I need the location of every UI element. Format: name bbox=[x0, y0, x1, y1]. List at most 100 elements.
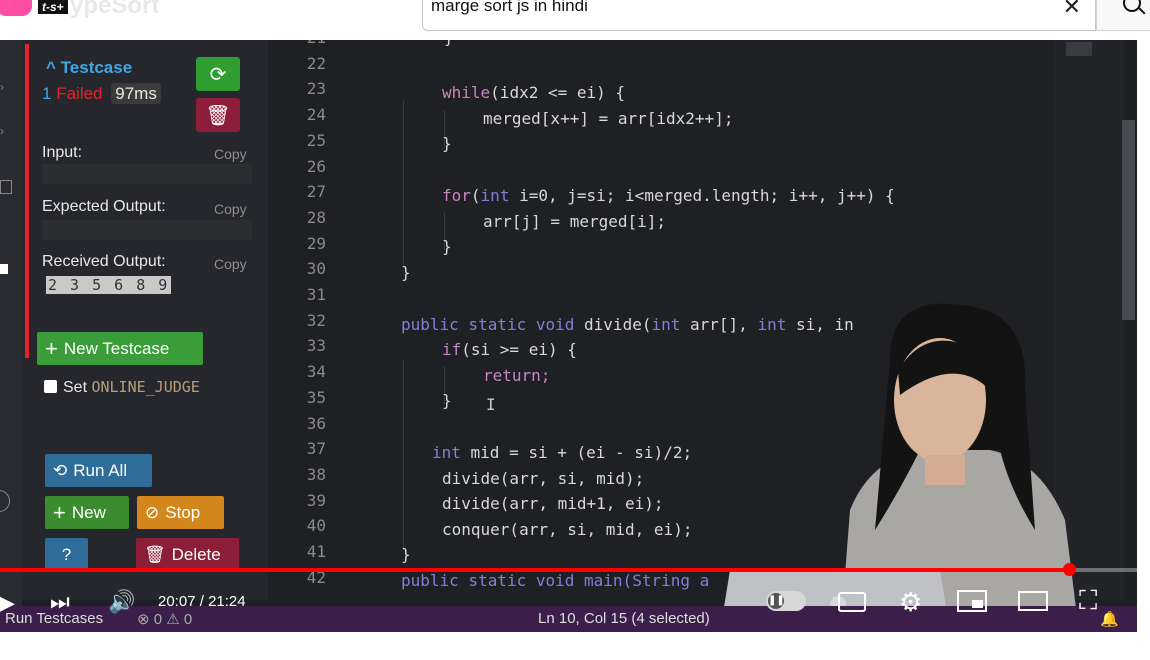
channel-logo[interactable]: t-s+ ypeSort bbox=[0, 0, 170, 20]
line-number: 33 bbox=[306, 336, 326, 356]
activity-bar: › › bbox=[0, 40, 22, 632]
warning-icon: ⚠ bbox=[166, 611, 180, 628]
clear-search-icon[interactable]: ✕ bbox=[1063, 0, 1081, 20]
logo-tag: t-s+ bbox=[38, 0, 68, 14]
logo-brand: ypeSort bbox=[70, 0, 160, 19]
code-line: divide(arr, mid+1, ei); bbox=[442, 494, 664, 513]
text-cursor-icon: I bbox=[486, 395, 496, 414]
miniplayer-icon[interactable] bbox=[957, 590, 987, 612]
received-output-label: Received Output: bbox=[42, 253, 166, 270]
indent-guide bbox=[403, 360, 404, 550]
code-line: if(si >= ei) { bbox=[442, 340, 577, 359]
line-number: 30 bbox=[306, 259, 326, 279]
video-player[interactable]: › › ^ Testcase 1 Failed 97ms ⟳ 🗑 Input: … bbox=[0, 40, 1137, 632]
code-line: } bbox=[401, 545, 411, 564]
progress-scrubber[interactable] bbox=[1063, 563, 1076, 576]
new-testcase-label: New Testcase bbox=[63, 338, 170, 358]
delete-button[interactable]: 🗑 Delete bbox=[136, 538, 239, 571]
received-output-value: 2 3 5 6 8 9 bbox=[46, 276, 172, 294]
theater-mode-icon[interactable] bbox=[1018, 591, 1048, 611]
error-icon: ⊗ bbox=[137, 611, 150, 628]
line-number: 24 bbox=[306, 105, 326, 125]
testcase-title: Testcase bbox=[60, 58, 133, 77]
testcase-status: 1 Failed 97ms bbox=[42, 83, 161, 104]
code-line: divide(arr, si, mid); bbox=[442, 469, 645, 488]
stop-label: Stop bbox=[165, 502, 201, 522]
code-text: mid = si + (ei - si)/2; bbox=[460, 443, 693, 462]
keyword: int bbox=[432, 443, 461, 462]
set-label: Set bbox=[63, 379, 88, 396]
keyword: int bbox=[651, 315, 681, 334]
search-button[interactable] bbox=[1096, 0, 1150, 31]
code-text: (si >= ei) { bbox=[461, 340, 577, 359]
online-judge-toggle[interactable]: Set ONLINE_JUDGE bbox=[44, 378, 200, 397]
stop-icon: ⊘ bbox=[145, 502, 160, 522]
progress-played bbox=[0, 568, 1069, 572]
testcase-header[interactable]: ^ Testcase bbox=[46, 58, 132, 78]
code-line: public static void main(String a bbox=[401, 571, 710, 590]
time-display: 20:07 / 21:24 bbox=[158, 593, 246, 610]
delete-testcase-button[interactable]: 🗑 bbox=[196, 98, 240, 132]
failed-label: Failed bbox=[56, 84, 103, 103]
run-all-button[interactable]: ⟲ Run All bbox=[45, 454, 152, 487]
refresh-icon: ⟲ bbox=[53, 460, 68, 480]
help-button[interactable]: ? bbox=[45, 538, 88, 571]
code-text: arr[], bbox=[680, 315, 758, 334]
copy-received-button[interactable]: Copy bbox=[214, 256, 247, 272]
plus-icon: + bbox=[53, 499, 66, 525]
stop-button[interactable]: ⊘ Stop bbox=[137, 496, 224, 529]
line-number: 32 bbox=[306, 310, 326, 330]
runtime-badge: 97ms bbox=[111, 83, 161, 104]
rerun-button[interactable]: ⟳ bbox=[196, 57, 240, 91]
line-number: 27 bbox=[306, 182, 326, 202]
code-text: i=0, j=si; i<merged.length; i++, j++) { bbox=[509, 186, 895, 205]
code-line: merged[x++] = arr[idx2++]; bbox=[483, 109, 734, 128]
copy-expected-button[interactable]: Copy bbox=[214, 201, 247, 217]
line-number: 40 bbox=[306, 516, 326, 536]
input-field[interactable] bbox=[42, 164, 252, 184]
settings-gear-icon[interactable]: ⚙ bbox=[899, 587, 922, 618]
online-judge-label: ONLINE_JUDGE bbox=[91, 378, 200, 396]
search-query: marge sort js in hindi bbox=[431, 0, 588, 15]
new-button[interactable]: + New bbox=[45, 496, 129, 529]
line-number: 37 bbox=[306, 439, 326, 459]
checkbox[interactable] bbox=[44, 380, 57, 393]
document-icon bbox=[0, 180, 12, 194]
volume-icon[interactable]: 🔊 bbox=[108, 589, 135, 615]
current-time: 20:07 bbox=[158, 593, 196, 610]
new-label: New bbox=[71, 502, 106, 522]
code-line: arr[j] = merged[i]; bbox=[483, 212, 667, 231]
line-number: 22 bbox=[306, 53, 326, 73]
autoplay-toggle[interactable]: ❚❚ bbox=[766, 591, 806, 611]
fullscreen-icon[interactable]: ⛶ bbox=[1079, 585, 1097, 617]
code-line: } bbox=[444, 40, 454, 47]
code-line: } bbox=[401, 263, 411, 282]
page-scroll-area bbox=[1137, 40, 1150, 660]
trash-icon: 🗑 bbox=[144, 544, 166, 564]
failed-indicator-bar bbox=[25, 44, 29, 358]
pause-icon: ❚❚ bbox=[768, 593, 785, 609]
account-icon bbox=[0, 490, 10, 512]
line-number: 29 bbox=[306, 233, 326, 253]
warning-count: 0 bbox=[183, 611, 193, 628]
search-input[interactable]: marge sort js in hindi ✕ bbox=[422, 0, 1096, 31]
help-icon: ? bbox=[61, 544, 72, 564]
editor-scrollbar[interactable] bbox=[1122, 120, 1135, 320]
expected-output-field[interactable] bbox=[42, 220, 252, 240]
copy-input-button[interactable]: Copy bbox=[214, 146, 247, 162]
code-line: while(idx2 <= ei) { bbox=[442, 83, 625, 102]
keyword: for bbox=[442, 186, 471, 205]
bell-icon[interactable]: 🔔 bbox=[1100, 610, 1119, 628]
next-icon[interactable]: ⏭ bbox=[50, 589, 70, 615]
code-line: for(int i=0, j=si; i<merged.length; i++,… bbox=[442, 186, 895, 205]
subtitles-icon[interactable] bbox=[838, 592, 866, 612]
play-icon[interactable]: ▶ bbox=[0, 590, 15, 616]
cursor-position[interactable]: Ln 10, Col 15 (4 selected) bbox=[538, 610, 710, 627]
testcase-number: 1 bbox=[42, 84, 52, 103]
new-testcase-button[interactable]: + New Testcase bbox=[37, 332, 203, 365]
checkbox-icon bbox=[0, 264, 8, 274]
input-label: Input: bbox=[42, 144, 83, 161]
problems-indicator[interactable]: ⊗ 0 ⚠ 0 bbox=[137, 610, 192, 628]
minimap-viewport bbox=[1066, 42, 1092, 56]
delete-label: Delete bbox=[171, 544, 221, 564]
